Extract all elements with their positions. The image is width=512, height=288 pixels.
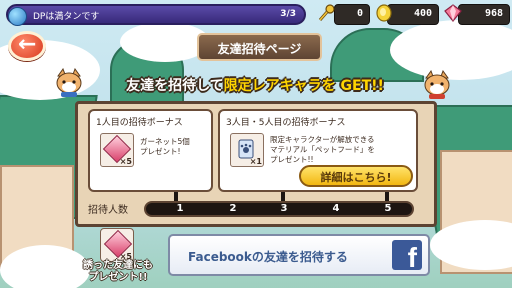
status-bar: DPは満タンです 3/3 0 400 968 [0, 0, 512, 30]
first-invite-bonus-card: 1人目の招待ボーナス ×5 ガーネット5個 プレゼント! [88, 109, 213, 192]
pet-food-reward: ×1 [230, 133, 264, 167]
garnet-reward: ×5 [100, 133, 134, 167]
dp-gauge: DPは満タンです 3/3 [6, 4, 306, 26]
coin-count: 400 [413, 8, 432, 19]
progress-step-1: 1 [176, 203, 184, 214]
invite-count-label: 招待人数 [88, 205, 128, 216]
back-arrow-icon: ← [18, 32, 37, 57]
dp-count: 3/3 [280, 9, 296, 19]
key-icon [318, 4, 335, 21]
progress-step-2: 2 [229, 203, 237, 214]
first-bonus-description: ガーネット5個 プレゼント! [140, 137, 190, 156]
banner-prefix: 友達を招待して [126, 78, 224, 94]
invite-bonus-panel: 1人目の招待ボーナス ×5 ガーネット5個 プレゼント! 3人目・5人目の招待ボ… [75, 101, 437, 227]
reward-quantity: ×5 [119, 157, 132, 166]
progress-step-3: 3 [280, 203, 288, 214]
progress-connector [385, 192, 389, 201]
page-title: 友達招待ページ [217, 42, 302, 56]
coin-counter: 400 [387, 4, 439, 25]
progress-connector [281, 192, 285, 201]
third-fifth-bonus-description: 限定キャラクターが解放できる マテリアル「ペットフード」を プレゼント!! [270, 135, 375, 164]
back-button[interactable]: ← [8, 31, 46, 61]
details-button[interactable]: 詳細はこちら! [299, 165, 413, 187]
progress-step-5: 5 [384, 203, 392, 214]
dp-status-text: DPは満タンです [33, 12, 100, 22]
facebook-invite-button[interactable]: Facebookの友達を招待する f [168, 234, 430, 276]
garnet-counter: 968 [458, 4, 510, 25]
reward-quantity: ×1 [249, 157, 262, 166]
first-bonus-heading: 1人目の招待ボーナス [96, 118, 183, 128]
friend-gift-reward: ×5 [100, 228, 134, 262]
facebook-invite-label: Facebookの友達を招待する [188, 250, 348, 264]
garnet-icon [444, 4, 462, 22]
globe-icon [8, 7, 27, 26]
page-title-plaque: 友達招待ページ [197, 33, 322, 61]
details-button-label: 詳細はこちら! [320, 171, 392, 184]
facebook-logo-icon: f [392, 240, 422, 273]
promo-banner: 友達を招待して限定レアキャラを GET!! [92, 74, 418, 98]
cat-mascot-icon [56, 68, 82, 97]
coin-icon [376, 4, 392, 22]
cat-mascot-icon [424, 70, 450, 99]
friend-gift-text: 誘った友達にも プレゼント!! [83, 260, 153, 283]
promo-banner-text: 友達を招待して限定レアキャラを GET!! [92, 75, 418, 95]
third-fifth-bonus-heading: 3人目・5人目の招待ボーナス [226, 118, 346, 128]
progress-step-4: 4 [332, 203, 340, 214]
key-counter: 0 [334, 4, 370, 25]
progress-connector [174, 192, 178, 201]
banner-highlight: 限定レアキャラを GET!! [223, 78, 384, 94]
invite-count-track: 1 2 3 4 5 [144, 201, 414, 217]
key-count: 0 [356, 8, 363, 19]
facebook-logo-letter: f [407, 242, 417, 273]
garnet-count: 968 [484, 8, 503, 19]
